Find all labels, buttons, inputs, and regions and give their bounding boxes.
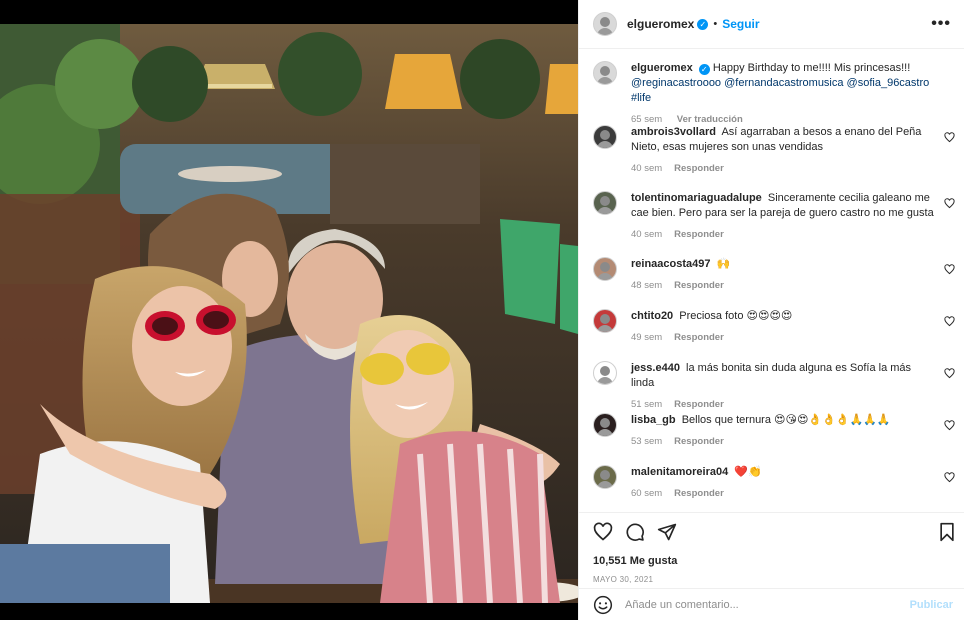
comment-username[interactable]: lisba_gb [631, 414, 676, 426]
comment-username[interactable]: malenitamoreira04 [631, 466, 728, 478]
caption-mentions[interactable]: @reginacastroooo @fernandacastromusica @… [631, 77, 929, 104]
reply-button[interactable]: Responder [674, 280, 724, 291]
like-comment-heart-icon[interactable] [944, 420, 955, 431]
publish-button[interactable]: Publicar [910, 599, 953, 611]
commenter-avatar[interactable] [593, 191, 617, 215]
author-username[interactable]: elgueromex [627, 17, 694, 31]
separator-dot: • [713, 18, 718, 30]
author-avatar[interactable] [593, 12, 617, 36]
likes-count[interactable]: 10,551 Me gusta [593, 555, 677, 567]
reply-button[interactable]: Responder [674, 229, 724, 240]
commenter-avatar[interactable] [593, 465, 617, 489]
comment-item: ambrois3vollard Así agarraban a besos a … [593, 125, 955, 176]
comment-item: lisba_gb Bellos que ternura 😍😘😍👌👌👌🙏🙏🙏 53… [593, 413, 955, 449]
comment-text: 🙌 [716, 258, 731, 270]
follow-button[interactable]: Seguir [722, 17, 759, 31]
like-comment-heart-icon[interactable] [944, 132, 955, 143]
like-comment-heart-icon[interactable] [944, 368, 955, 379]
commenter-avatar[interactable] [593, 413, 617, 437]
reply-button[interactable]: Responder [674, 332, 724, 343]
caption-text: Happy Birthday to me!!!! Mis princesas!!… [712, 62, 911, 74]
comment-username[interactable]: tolentinomariaguadalupe [631, 192, 762, 204]
caption-item: elgueromex ✓ Happy Birthday to me!!!! Mis… [593, 61, 955, 127]
like-comment-heart-icon[interactable] [944, 264, 955, 275]
verified-badge-icon: ✓ [697, 18, 709, 30]
commenter-avatar[interactable] [593, 361, 617, 385]
reply-button[interactable]: Responder [674, 488, 724, 499]
comment-icon[interactable] [625, 522, 645, 542]
comment-item: reinaacosta497 🙌 48 sem Responder [593, 257, 955, 293]
comments-list[interactable]: elgueromex ✓ Happy Birthday to me!!!! Mis… [579, 49, 964, 512]
comment-time: 53 sem [631, 436, 663, 447]
comment-item: chtito20 Preciosa foto 😍😍😍😍 49 sem Respon… [593, 309, 955, 345]
like-comment-heart-icon[interactable] [944, 316, 955, 327]
comment-username[interactable]: ambrois3vollard [631, 126, 716, 138]
comment-username[interactable]: reinaacosta497 [631, 258, 711, 270]
add-comment-bar: Publicar [579, 588, 964, 620]
post-side-panel: elgueromex ✓ • Seguir ••• elgueromex ✓ Ha… [578, 0, 964, 620]
reply-button[interactable]: Responder [674, 163, 724, 174]
post-photo[interactable] [0, 24, 578, 603]
emoji-icon[interactable] [593, 595, 613, 615]
bookmark-icon[interactable] [938, 522, 956, 542]
comment-time: 40 sem [631, 229, 663, 240]
comment-item: jess.e440 la más bonita sin duda alguna … [593, 361, 955, 412]
like-comment-heart-icon[interactable] [944, 198, 955, 209]
heart-icon[interactable] [593, 522, 613, 542]
reply-button[interactable]: Responder [674, 399, 724, 410]
media-letterbox-bottom [0, 603, 578, 620]
comment-time: 40 sem [631, 163, 663, 174]
commenter-avatar[interactable] [593, 257, 617, 281]
comment-username[interactable]: chtito20 [631, 310, 673, 322]
reply-button[interactable]: Responder [674, 436, 724, 447]
caption-time: 65 sem [631, 114, 663, 125]
commenter-avatar[interactable] [593, 309, 617, 333]
comment-text: Bellos que ternura 😍😘😍👌👌👌🙏🙏🙏 [681, 414, 891, 426]
comment-item: tolentinomariaguadalupe Sinceramente cec… [593, 191, 955, 242]
more-options-icon[interactable]: ••• [931, 16, 951, 32]
action-icons-group [593, 522, 677, 542]
post-media-pane [0, 0, 578, 620]
photo-illustration [0, 24, 578, 603]
comment-time: 51 sem [631, 399, 663, 410]
see-translation-button[interactable]: Ver traducción [677, 114, 743, 125]
comment-text: ❤️👏 [734, 466, 762, 478]
comment-username[interactable]: jess.e440 [631, 362, 680, 374]
verified-badge-icon: ✓ [698, 64, 710, 75]
comment-time: 48 sem [631, 280, 663, 291]
post-header: elgueromex ✓ • Seguir ••• [579, 0, 964, 49]
comment-time: 49 sem [631, 332, 663, 343]
post-date: MAYO 30, 2021 [593, 575, 654, 584]
post-actions-bar: 10,551 Me gusta MAYO 30, 2021 [579, 512, 964, 584]
media-letterbox-top [0, 0, 578, 24]
share-icon[interactable] [657, 522, 677, 542]
comment-input[interactable] [625, 598, 910, 611]
like-comment-heart-icon[interactable] [944, 472, 955, 483]
caption-username[interactable]: elgueromex [631, 62, 693, 74]
comment-text: Preciosa foto 😍😍😍😍 [679, 310, 793, 322]
commenter-avatar[interactable] [593, 125, 617, 149]
comment-time: 60 sem [631, 488, 663, 499]
caption-avatar[interactable] [593, 61, 617, 85]
comment-item: malenitamoreira04 ❤️👏 60 sem Responder [593, 465, 955, 501]
